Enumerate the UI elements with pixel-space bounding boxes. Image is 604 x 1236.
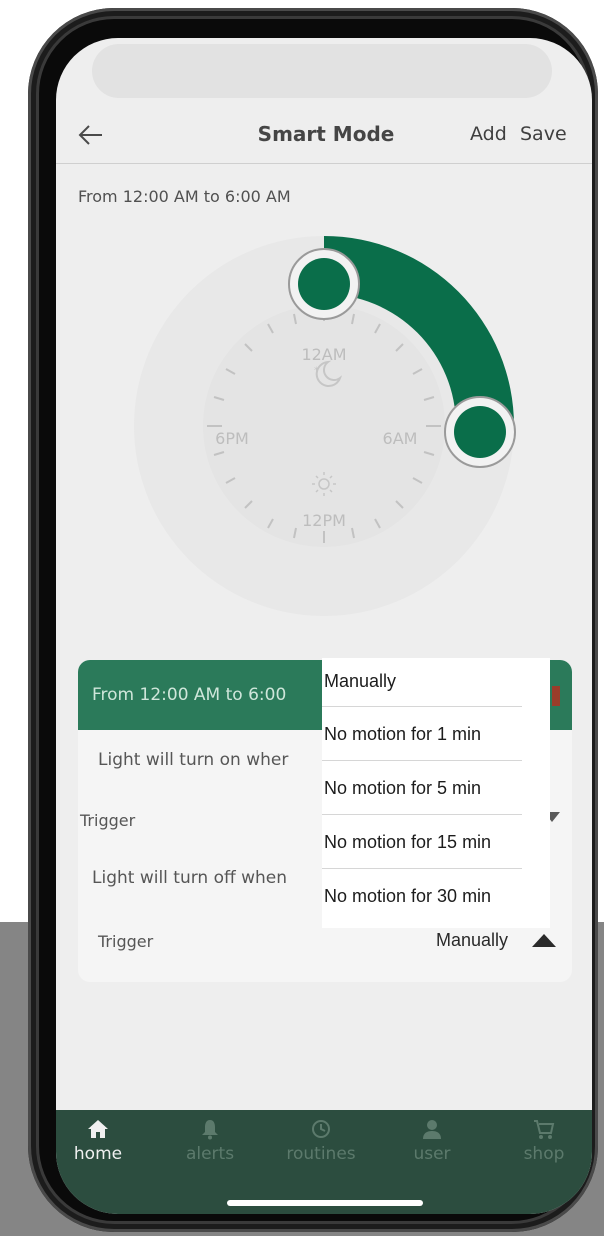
dial-label-12pm: 12PM <box>302 511 346 530</box>
end-time-handle[interactable] <box>444 396 516 468</box>
caret-up-icon[interactable] <box>532 934 556 948</box>
nav-item-alerts[interactable]: alerts <box>160 1118 260 1178</box>
bottom-navigation: home alerts routines user shop <box>56 1110 592 1214</box>
time-range-dial[interactable]: * 12AM 6AM 12PM 6PM <box>56 38 592 658</box>
svg-text:*: * <box>314 366 319 376</box>
dial-label-12am: 12AM <box>301 345 346 364</box>
nav-label-shop: shop <box>523 1144 565 1164</box>
dropdown-option-30-min[interactable]: No motion for 30 min <box>322 873 550 927</box>
nav-item-shop[interactable]: shop <box>494 1118 592 1178</box>
nav-label-home: home <box>73 1144 123 1164</box>
home-icon <box>88 1120 108 1138</box>
dropdown-option-manually[interactable]: Manually <box>322 658 550 712</box>
user-icon <box>423 1120 441 1139</box>
dropdown-divider <box>322 868 522 869</box>
bell-icon <box>202 1120 218 1140</box>
dial-label-6pm: 6PM <box>215 429 249 448</box>
off-trigger-label: Trigger <box>98 932 154 951</box>
home-indicator[interactable] <box>227 1200 423 1206</box>
dropdown-option-1-min[interactable]: No motion for 1 min <box>322 711 550 765</box>
dropdown-divider <box>322 814 522 815</box>
cart-icon <box>534 1120 555 1139</box>
nav-label-alerts: alerts <box>185 1144 235 1164</box>
off-trigger-value[interactable]: Manually <box>436 930 508 951</box>
light-off-label: Light will turn off when <box>92 868 288 888</box>
delete-icon[interactable] <box>552 686 560 706</box>
light-on-label: Light will turn on wher <box>98 750 289 770</box>
dropdown-divider <box>322 760 522 761</box>
on-trigger-label: Trigger <box>80 811 136 830</box>
nav-item-home[interactable]: home <box>56 1118 148 1178</box>
routines-clock-icon <box>312 1120 330 1138</box>
start-time-handle[interactable] <box>288 248 360 320</box>
nav-label-user: user <box>413 1144 451 1164</box>
dial-label-6am: 6AM <box>383 429 418 448</box>
app-screen: Smart Mode Add Save From 12:00 AM to 6:0… <box>56 38 592 1214</box>
nav-item-routines[interactable]: routines <box>271 1118 371 1178</box>
dropdown-divider <box>322 706 522 707</box>
nav-item-user[interactable]: user <box>382 1118 482 1178</box>
nav-label-routines: routines <box>286 1144 356 1164</box>
card-header-text: From 12:00 AM to 6:00 <box>92 685 287 705</box>
dropdown-option-15-min[interactable]: No motion for 15 min <box>322 819 550 873</box>
trigger-dropdown-menu: Manually No motion for 1 min No motion f… <box>322 658 550 928</box>
dropdown-option-5-min[interactable]: No motion for 5 min <box>322 765 550 819</box>
